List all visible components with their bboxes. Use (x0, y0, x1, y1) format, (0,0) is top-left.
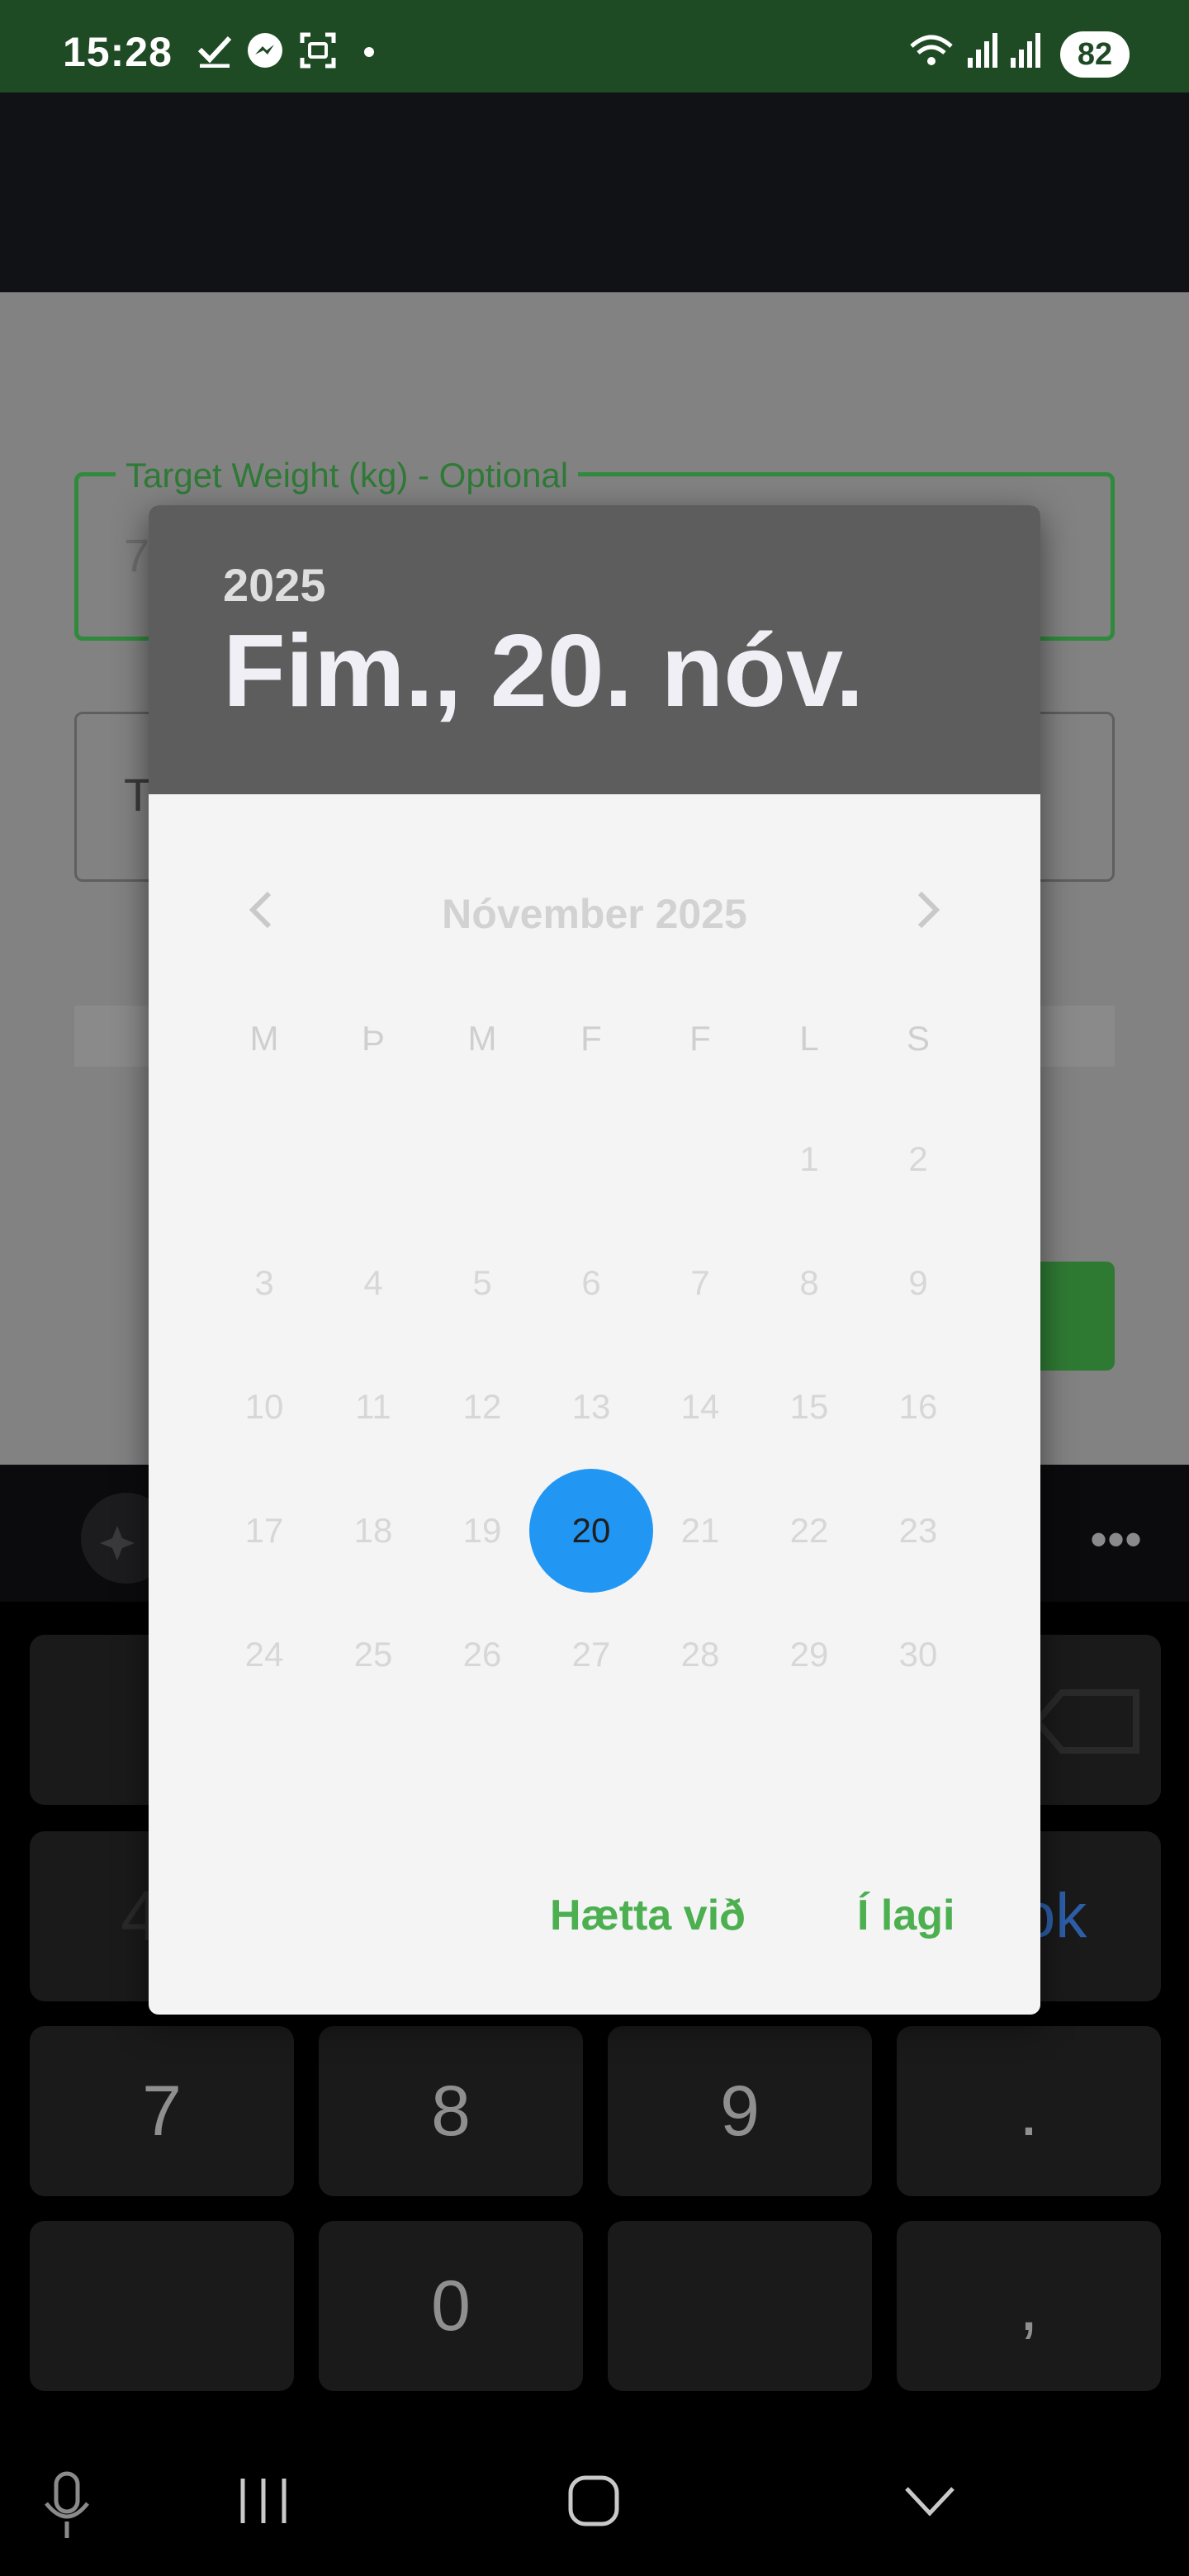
calendar-day[interactable]: 26 (428, 1593, 537, 1717)
calendar-day[interactable]: 19 (428, 1469, 537, 1593)
weekday-label: F (689, 1019, 711, 1058)
calendar-day-label: 14 (680, 1387, 720, 1426)
cancel-button[interactable]: Hætta við (550, 1891, 746, 1940)
navigation-bar (0, 2427, 1189, 2576)
calendar-day-label: 1 (799, 1139, 819, 1178)
date-picker-header: 2025 Fim., 20. nóv. (149, 505, 1040, 794)
calendar-day[interactable]: 13 (537, 1345, 646, 1469)
calendar-day-label: 29 (789, 1635, 829, 1674)
calendar-day[interactable]: 3 (210, 1221, 319, 1345)
calendar-day-label: 8 (799, 1263, 819, 1302)
screenshot-icon (300, 32, 336, 69)
status-bar: 15:28 82 (0, 0, 1189, 92)
calendar-day-label: 5 (472, 1263, 492, 1302)
calendar-day-label: 6 (581, 1263, 601, 1302)
calendar-day[interactable]: 27 (537, 1593, 646, 1717)
calendar-day[interactable]: 1 (755, 1097, 864, 1221)
calendar-day[interactable]: 2 (864, 1097, 973, 1221)
calendar-day[interactable]: 9 (864, 1221, 973, 1345)
calendar-day-label: 13 (571, 1387, 611, 1426)
calendar-day[interactable]: 25 (319, 1593, 428, 1717)
calendar-day-label: 18 (353, 1511, 393, 1550)
calendar-day-label: 9 (908, 1263, 928, 1302)
dot-icon (364, 47, 374, 57)
calendar-day-label: 16 (898, 1387, 938, 1426)
calendar-day-label: 30 (898, 1635, 938, 1674)
calendar-day-label: 23 (898, 1511, 938, 1550)
calendar-day-selected[interactable]: 20 (529, 1469, 653, 1593)
weekday-label: F (580, 1019, 602, 1058)
calendar-day[interactable]: 18 (319, 1469, 428, 1593)
calendar-day-label: 22 (789, 1511, 829, 1550)
calendar-day[interactable]: 16 (864, 1345, 973, 1469)
calendar-day[interactable]: 15 (755, 1345, 864, 1469)
ok-button[interactable]: Í lagi (857, 1891, 955, 1940)
calendar-day-label: 7 (690, 1263, 710, 1302)
calendar-day[interactable]: 22 (755, 1469, 864, 1593)
recent-apps-icon[interactable] (236, 2474, 291, 2528)
date-picker-dialog: 2025 Fim., 20. nóv. Nóvember 2025 MÞMFFL… (149, 505, 1040, 2015)
weekday-label: M (249, 1019, 279, 1058)
weekday-label: Þ (361, 1019, 385, 1058)
calendar-day[interactable]: 17 (210, 1469, 319, 1593)
messenger-icon (248, 33, 282, 68)
calendar-day-label: 2 (908, 1139, 928, 1178)
signal-icon (968, 33, 997, 68)
calendar-day[interactable]: 21 (646, 1469, 755, 1593)
calendar-day-label: 26 (462, 1635, 502, 1674)
calendar-day[interactable]: 10 (210, 1345, 319, 1469)
calendar-day[interactable]: 6 (537, 1221, 646, 1345)
chevron-right-icon[interactable] (892, 885, 958, 935)
calendar-day[interactable]: 24 (210, 1593, 319, 1717)
calendar-day-label: 4 (363, 1263, 383, 1302)
calendar-day-label: 25 (353, 1635, 393, 1674)
calendar-day-label: 12 (462, 1387, 502, 1426)
selected-date-title: Fim., 20. nóv. (223, 614, 865, 728)
microphone-icon[interactable] (38, 2469, 96, 2543)
home-icon[interactable] (566, 2474, 621, 2528)
status-time: 15:28 (63, 29, 173, 75)
calendar-day-label: 10 (244, 1387, 284, 1426)
weekday-label: S (906, 1019, 930, 1058)
year-selector[interactable]: 2025 (223, 558, 326, 612)
wifi-icon (910, 35, 953, 65)
calendar-day[interactable]: 7 (646, 1221, 755, 1345)
signal-roaming-icon (1011, 33, 1040, 68)
calendar-day[interactable]: 29 (755, 1593, 864, 1717)
calendar-day[interactable]: 8 (755, 1221, 864, 1345)
calendar-day-label: 17 (244, 1511, 284, 1550)
calendar-day-label: 15 (789, 1387, 829, 1426)
calendar-day[interactable]: 5 (428, 1221, 537, 1345)
calendar-day-label: 19 (462, 1511, 502, 1550)
calendar-day-label: 20 (571, 1511, 611, 1550)
calendar-day-label: 21 (680, 1511, 720, 1550)
month-navigation: Nóvember 2025 (149, 860, 1040, 959)
weekday-label: L (799, 1019, 819, 1058)
calendar-day[interactable]: 11 (319, 1345, 428, 1469)
battery-indicator: 82 (1060, 31, 1130, 78)
calendar-day-label: 27 (571, 1635, 611, 1674)
calendar-day-label: 24 (244, 1635, 284, 1674)
weekday-label: M (467, 1019, 497, 1058)
calendar-day-label: 3 (254, 1263, 274, 1302)
calendar-day[interactable]: 12 (428, 1345, 537, 1469)
calendar-day[interactable]: 14 (646, 1345, 755, 1469)
calendar-day-label: 28 (680, 1635, 720, 1674)
hide-keyboard-icon[interactable] (903, 2484, 956, 2520)
calendar-day[interactable]: 28 (646, 1593, 755, 1717)
calendar-day[interactable]: 23 (864, 1469, 973, 1593)
check-icon (197, 36, 232, 68)
calendar-day[interactable]: 30 (864, 1593, 973, 1717)
calendar-day-label: 11 (355, 1387, 391, 1426)
calendar-day[interactable]: 4 (319, 1221, 428, 1345)
